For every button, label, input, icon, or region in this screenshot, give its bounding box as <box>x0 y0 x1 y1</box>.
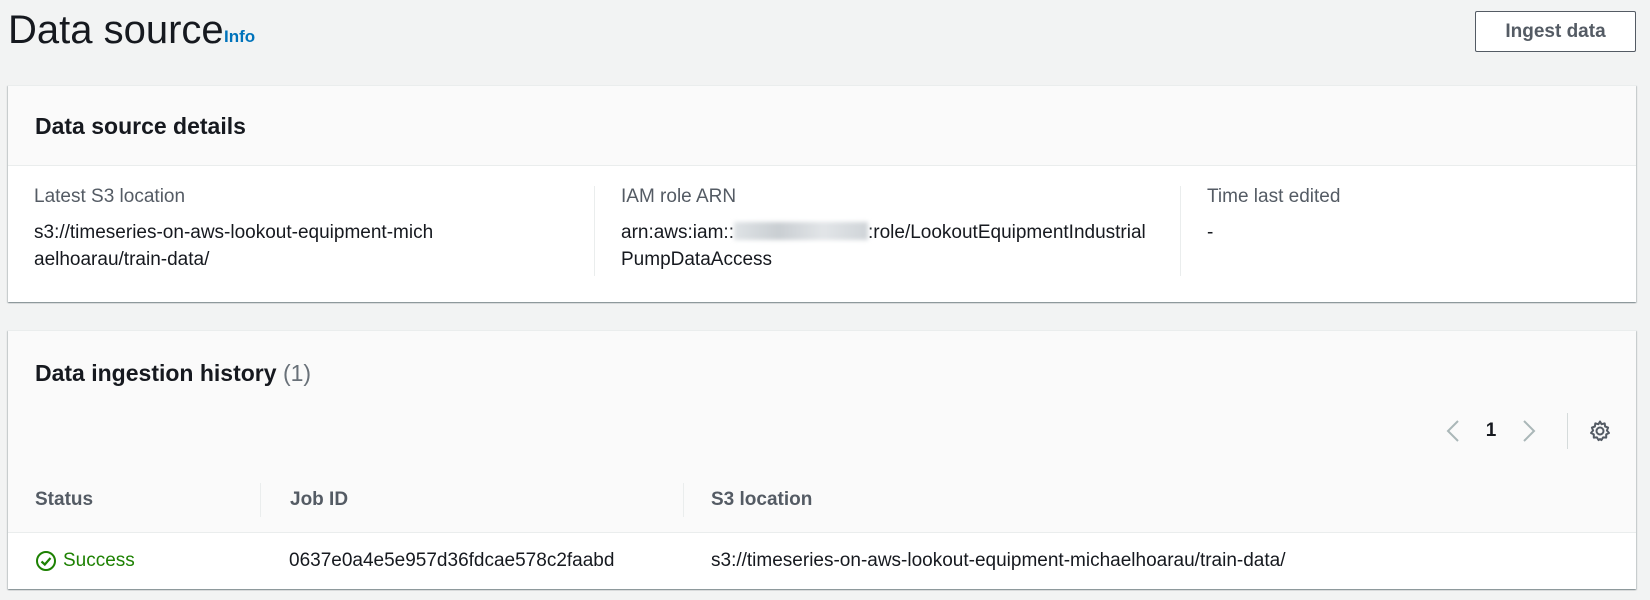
table-row: Success 0637e0a4e5e957d36fdcae578c2faabd… <box>8 533 1636 589</box>
ingestion-history-panel: Data ingestion history (1) 1 Status Job … <box>8 330 1636 589</box>
info-link[interactable]: Info <box>224 27 255 47</box>
table-header: Status Job ID S3 location <box>8 467 1636 533</box>
ingest-data-button[interactable]: Ingest data <box>1475 11 1636 52</box>
s3-location-value: s3://timeseries-on-aws-lookout-equipment… <box>34 222 434 270</box>
data-source-details-panel: Data source details Latest S3 location s… <box>8 85 1636 302</box>
column-header-status[interactable]: Status <box>35 467 93 532</box>
s3-location-label: Latest S3 location <box>34 186 186 207</box>
column-divider <box>683 483 684 517</box>
redacted-account-id <box>733 222 868 240</box>
page-number[interactable]: 1 <box>1468 420 1514 442</box>
history-title: Data ingestion history (1) <box>35 360 311 387</box>
history-count: (1) <box>282 360 312 386</box>
status-text: Success <box>63 550 135 571</box>
column-header-job-id[interactable]: Job ID <box>290 467 348 532</box>
chevron-right-icon[interactable] <box>1514 416 1544 446</box>
history-header: Data ingestion history (1) 1 <box>8 331 1636 468</box>
details-header: Data source details <box>8 86 1636 166</box>
iam-role-label: IAM role ARN <box>621 186 737 207</box>
column-header-s3-location[interactable]: S3 location <box>711 467 812 532</box>
settings-gear-icon[interactable] <box>1584 415 1616 447</box>
page-title: Data source <box>8 8 224 52</box>
job-id-cell: 0637e0a4e5e957d36fdcae578c2faabd <box>289 550 615 571</box>
iam-role-value: arn:aws:iam:::role/LookoutEquipmentIndus… <box>621 219 1146 273</box>
history-title-text: Data ingestion history <box>35 360 277 386</box>
status-cell: Success <box>35 533 135 589</box>
details-title: Data source details <box>35 113 246 139</box>
iam-role-prefix: arn:aws:iam:: <box>621 222 734 243</box>
pagination-divider <box>1567 413 1568 449</box>
s3-location-field: Latest S3 location s3://timeseries-on-aw… <box>34 186 554 276</box>
column-divider <box>260 483 261 517</box>
pagination: 1 <box>1438 414 1544 448</box>
success-check-icon <box>35 550 57 572</box>
chevron-left-icon[interactable] <box>1438 416 1468 446</box>
time-last-edited-label: Time last edited <box>1207 186 1341 207</box>
iam-role-field: IAM role ARN arn:aws:iam:::role/LookoutE… <box>594 186 1181 276</box>
s3-location-cell: s3://timeseries-on-aws-lookout-equipment… <box>711 550 1286 571</box>
time-last-edited-value: - <box>1207 222 1214 243</box>
time-last-edited-field: Time last edited - <box>1180 186 1637 276</box>
